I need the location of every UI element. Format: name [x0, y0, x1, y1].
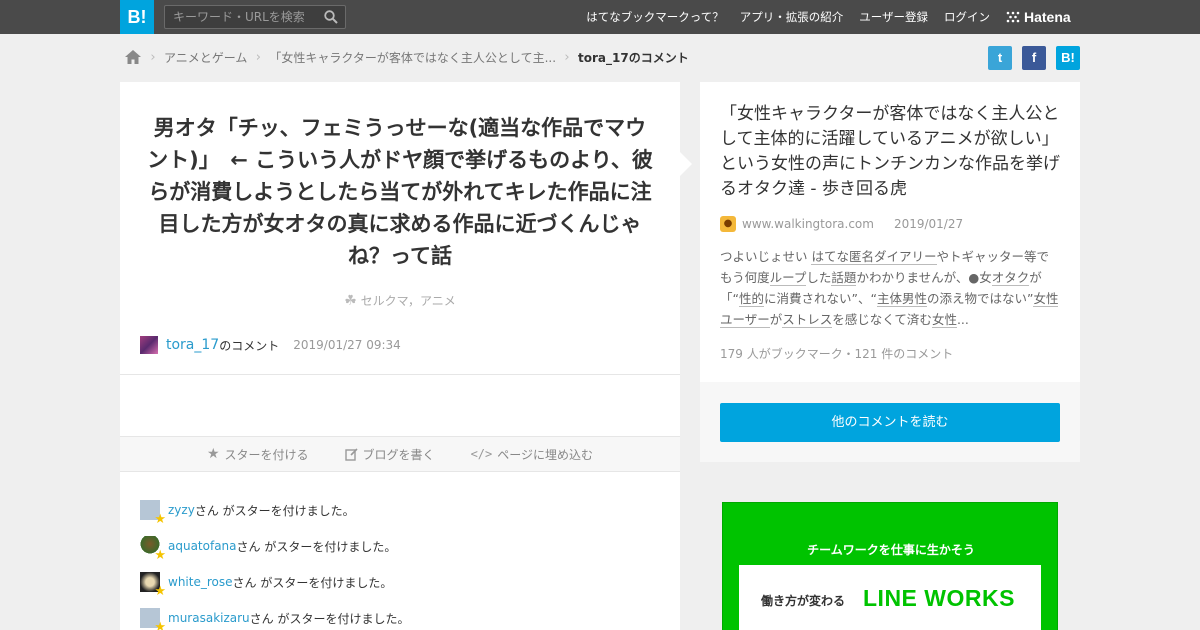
comment-tags: ☘ セルクマ，アニメ [120, 292, 680, 309]
nav-login[interactable]: ログイン [944, 9, 990, 25]
avatar[interactable]: ★ [140, 500, 166, 526]
breadcrumb-entry[interactable]: 「女性キャラクターが客体ではなく主人公として主... [269, 49, 556, 66]
entry-date: 2019/01/27 [893, 217, 964, 231]
star-user-link[interactable]: aquatofana [168, 539, 237, 553]
nav-register[interactable]: ユーザー登録 [859, 9, 928, 25]
breadcrumb: › アニメとゲーム › 「女性キャラクターが客体ではなく主人公として主... ›… [124, 46, 689, 68]
keyword-link[interactable]: 性的 [738, 291, 764, 307]
star-icon: ★ [154, 584, 166, 599]
star-text: さん がスターを付けました。 [236, 539, 397, 554]
hatena-brand-link[interactable]: Hatena [1006, 0, 1071, 34]
search-icon[interactable] [324, 10, 338, 24]
add-star-label: スターを付ける [224, 447, 309, 462]
bookmark-counts: 179 人がブックマーク・121 件のコメント [720, 347, 954, 361]
keyword-link[interactable]: 主体 [876, 291, 902, 307]
tiger-favicon-icon: ● [720, 216, 736, 232]
chevron-right-icon: › [564, 49, 570, 65]
edit-icon [344, 447, 358, 461]
entry-site[interactable]: www.walkingtora.com [742, 217, 874, 231]
write-blog-button[interactable]: ブログを書く [344, 446, 435, 463]
twitter-share-button[interactable]: t [988, 46, 1012, 70]
breadcrumb-current: tora_17のコメント [578, 50, 689, 65]
facebook-share-button[interactable]: f [1022, 46, 1046, 70]
keyword-link[interactable]: 話題 [831, 270, 857, 286]
entry-summary: つよいじょせい はてな匿名ダイアリーやトギャッター等でもう何度ループした話題かわ… [720, 249, 1059, 328]
star-list: ★ zyzy さん がスターを付けました。 ★ aquatofana さん がス… [140, 492, 410, 630]
keyword-link[interactable]: ユーザー [720, 312, 770, 328]
star-icon: ★ [206, 446, 220, 462]
keyword-link[interactable]: オタク [991, 270, 1030, 286]
entry-title[interactable]: 「女性キャラクターが客体ではなく主人公として主体的に活躍しているアニメが欲しい」… [720, 102, 1065, 202]
keyword-link[interactable]: ストレス [782, 312, 833, 328]
card-pointer [680, 152, 692, 176]
comment-user-suffix: のコメント [219, 338, 280, 353]
hatena-brand-text: Hatena [1024, 9, 1071, 25]
breadcrumb-category[interactable]: アニメとゲーム [164, 49, 247, 66]
keyword-link[interactable]: 女性 [931, 312, 957, 328]
nav-apps[interactable]: アプリ・拡張の紹介 [740, 9, 844, 25]
keyword-link[interactable]: 男性 [901, 291, 927, 307]
avatar[interactable] [140, 336, 158, 354]
star-icon: ★ [154, 620, 166, 630]
entry-card: 「女性キャラクターが客体ではなく主人公として主体的に活躍しているアニメが欲しい」… [700, 82, 1080, 462]
keyword-link[interactable]: はてな匿名ダイアリー [811, 249, 937, 265]
star-user-link[interactable]: white_rose [168, 575, 233, 589]
nav-about[interactable]: はてなブックマークって？ [586, 9, 723, 25]
comment-meta: tora_17 のコメント 2019/01/27 09:34 [140, 336, 401, 354]
tag-icon: ☘ [344, 293, 357, 309]
code-icon: </> [470, 447, 493, 461]
ad-headline: チームワークを仕事に生かそう [807, 543, 975, 557]
comment-user-link[interactable]: tora_17 [166, 337, 219, 353]
chevron-right-icon: › [150, 49, 156, 65]
divider [120, 374, 680, 375]
action-bar: ★ スターを付ける ブログを書く </> ページに埋め込む [120, 436, 680, 472]
avatar[interactable]: ★ [140, 572, 166, 598]
ad-banner: 働き方が変わる LINE WORKS [739, 565, 1041, 630]
hatena-logo-icon [1006, 11, 1020, 23]
list-item: ★ white_rose さん がスターを付けました。 [140, 564, 410, 600]
chevron-right-icon: › [255, 49, 261, 65]
top-bar: B! はてなブックマークって？ アプリ・拡張の紹介 ユーザー登録 ログイン Ha… [0, 0, 1200, 34]
write-blog-label: ブログを書く [362, 447, 435, 462]
star-icon: ★ [154, 512, 166, 527]
share-buttons: t f B! [988, 46, 1080, 70]
search-input[interactable] [173, 9, 318, 25]
star-user-link[interactable]: zyzy [168, 503, 195, 517]
comment-text: 男オタ「チッ、フェミうっせーな(適当な作品でマウント)」 ← こういう人がドヤ顔… [147, 116, 653, 268]
keyword-link[interactable]: ループ [769, 270, 807, 286]
keyword-link[interactable]: 女性 [1033, 291, 1059, 307]
read-more-comments-button[interactable]: 他のコメントを読む [720, 403, 1060, 442]
ad-brand: LINE WORKS [863, 585, 1015, 611]
list-item: ★ murasakizaru さん がスターを付けました。 [140, 600, 410, 630]
star-user-link[interactable]: murasakizaru [168, 611, 250, 625]
search-box [164, 5, 346, 29]
advertisement[interactable]: チームワークを仕事に生かそう 働き方が変わる LINE WORKS [722, 502, 1058, 630]
list-item: ★ aquatofana さん がスターを付けました。 [140, 528, 410, 564]
tags-text[interactable]: セルクマ，アニメ [361, 294, 456, 308]
star-text: さん がスターを付けました。 [194, 503, 355, 518]
home-icon[interactable] [124, 49, 142, 65]
star-text: さん がスターを付けました。 [249, 611, 410, 626]
entry-meta: ● www.walkingtora.com 2019/01/27 [720, 216, 963, 232]
entry-footer: 他のコメントを読む [700, 382, 1080, 462]
comment-date[interactable]: 2019/01/27 09:34 [293, 338, 401, 352]
hatena-bookmark-button[interactable]: B! [1056, 46, 1080, 70]
avatar[interactable]: ★ [140, 536, 166, 562]
ad-subtext: 働き方が変わる [761, 594, 846, 608]
top-nav: はてなブックマークって？ アプリ・拡張の紹介 ユーザー登録 ログイン [586, 0, 990, 34]
avatar[interactable]: ★ [140, 608, 166, 630]
star-icon: ★ [154, 548, 166, 563]
comment-card: 男オタ「チッ、フェミうっせーな(適当な作品でマウント)」 ← こういう人がドヤ顔… [120, 82, 680, 630]
embed-label: ページに埋め込む [497, 447, 594, 462]
list-item: ★ zyzy さん がスターを付けました。 [140, 492, 410, 528]
hatena-bookmark-logo[interactable]: B! [120, 0, 154, 34]
star-text: さん がスターを付けました。 [232, 575, 393, 590]
embed-button[interactable]: </> ページに埋め込む [471, 446, 593, 463]
add-star-button[interactable]: ★ スターを付ける [207, 446, 309, 463]
